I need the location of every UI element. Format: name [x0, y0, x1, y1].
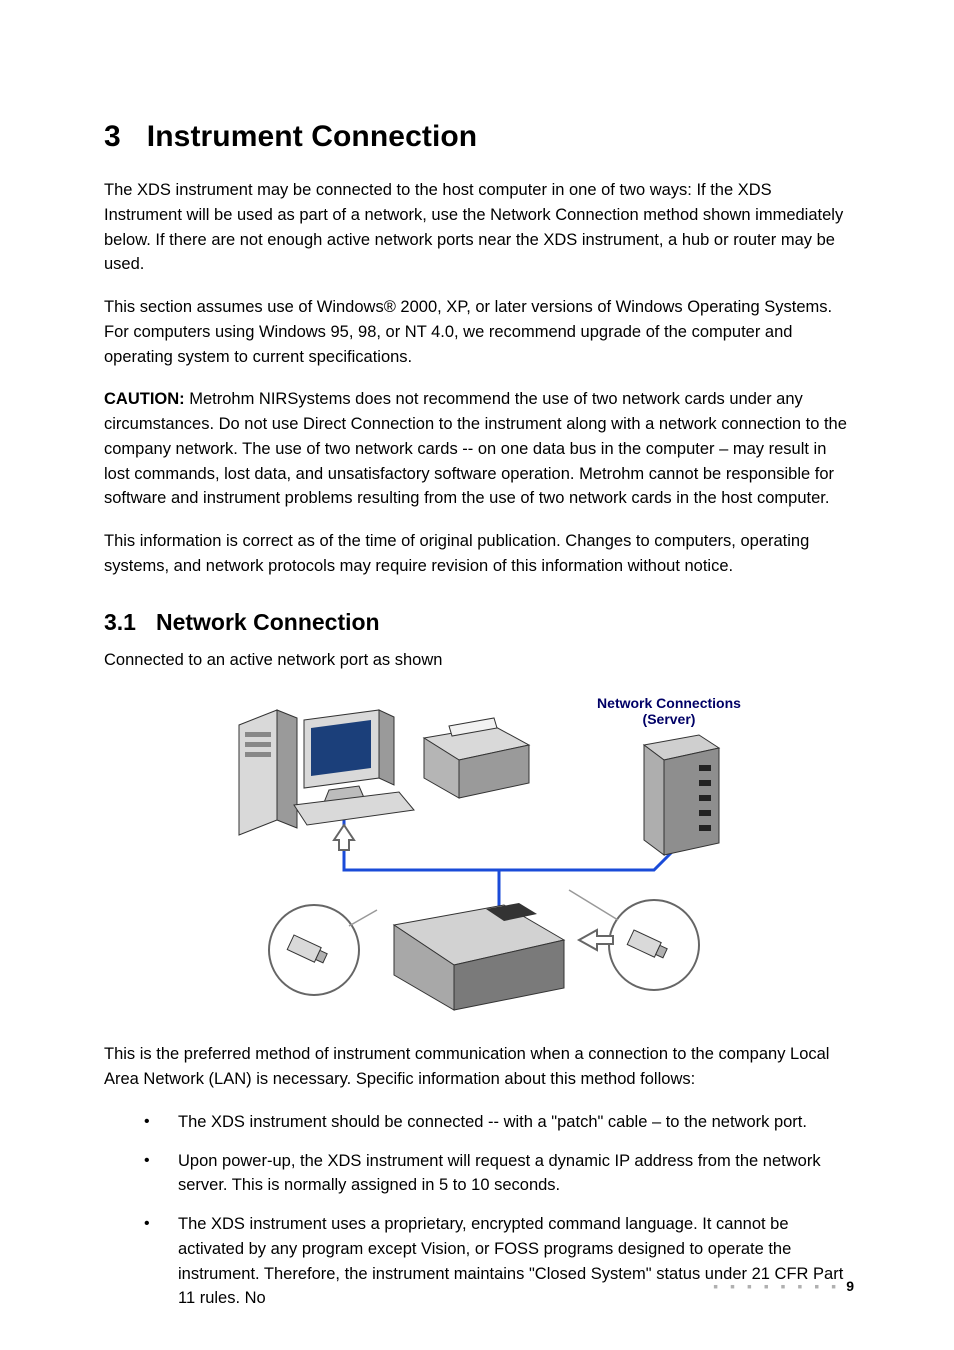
section-number: 3.1 — [104, 609, 136, 636]
page-number: 9 — [846, 1278, 854, 1294]
magnifier-left-icon — [269, 905, 377, 995]
network-diagram-svg: Network Connections (Server) — [199, 690, 759, 1020]
section-heading: 3.1 Network Connection — [104, 609, 854, 636]
chapter-number: 3 — [104, 120, 121, 154]
footer-dots-icon: ▪ ▪ ▪ ▪ ▪ ▪ ▪ ▪ — [713, 1278, 840, 1294]
page-footer: ▪ ▪ ▪ ▪ ▪ ▪ ▪ ▪ 9 — [713, 1278, 854, 1294]
arrow-right-icon — [579, 930, 613, 950]
paragraph-intro-2: This section assumes use of Windows® 200… — [104, 295, 854, 369]
section-title: Network Connection — [156, 609, 380, 635]
figure-caption-line2: (Server) — [643, 711, 696, 727]
caution-text: Metrohm NIRSystems does not recommend th… — [104, 390, 847, 507]
paragraph-intro-1: The XDS instrument may be connected to t… — [104, 178, 854, 277]
chapter-heading: 3 Instrument Connection — [104, 120, 854, 154]
figure-caption-line1: Network Connections — [597, 695, 741, 711]
list-item: The XDS instrument uses a proprietary, e… — [144, 1212, 854, 1311]
printer-icon — [424, 718, 529, 798]
list-item: Upon power-up, the XDS instrument will r… — [144, 1149, 854, 1199]
server-pc-icon — [239, 710, 414, 835]
network-hub-icon — [644, 735, 719, 855]
caution-label: CAUTION: — [104, 390, 185, 408]
arrow-left-icon — [334, 825, 354, 850]
paragraph-after-figure: This is the preferred method of instrume… — [104, 1042, 854, 1092]
instrument-icon — [394, 903, 564, 1010]
chapter-title: Instrument Connection — [147, 120, 477, 153]
paragraph-caution: CAUTION: Metrohm NIRSystems does not rec… — [104, 387, 854, 511]
section-intro: Connected to an active network port as s… — [104, 648, 854, 673]
paragraph-intro-4: This information is correct as of the ti… — [104, 529, 854, 579]
document-page: 3 Instrument Connection The XDS instrumen… — [0, 0, 954, 1350]
network-diagram-figure: Network Connections (Server) — [104, 690, 854, 1020]
list-item: The XDS instrument should be connected -… — [144, 1110, 854, 1135]
